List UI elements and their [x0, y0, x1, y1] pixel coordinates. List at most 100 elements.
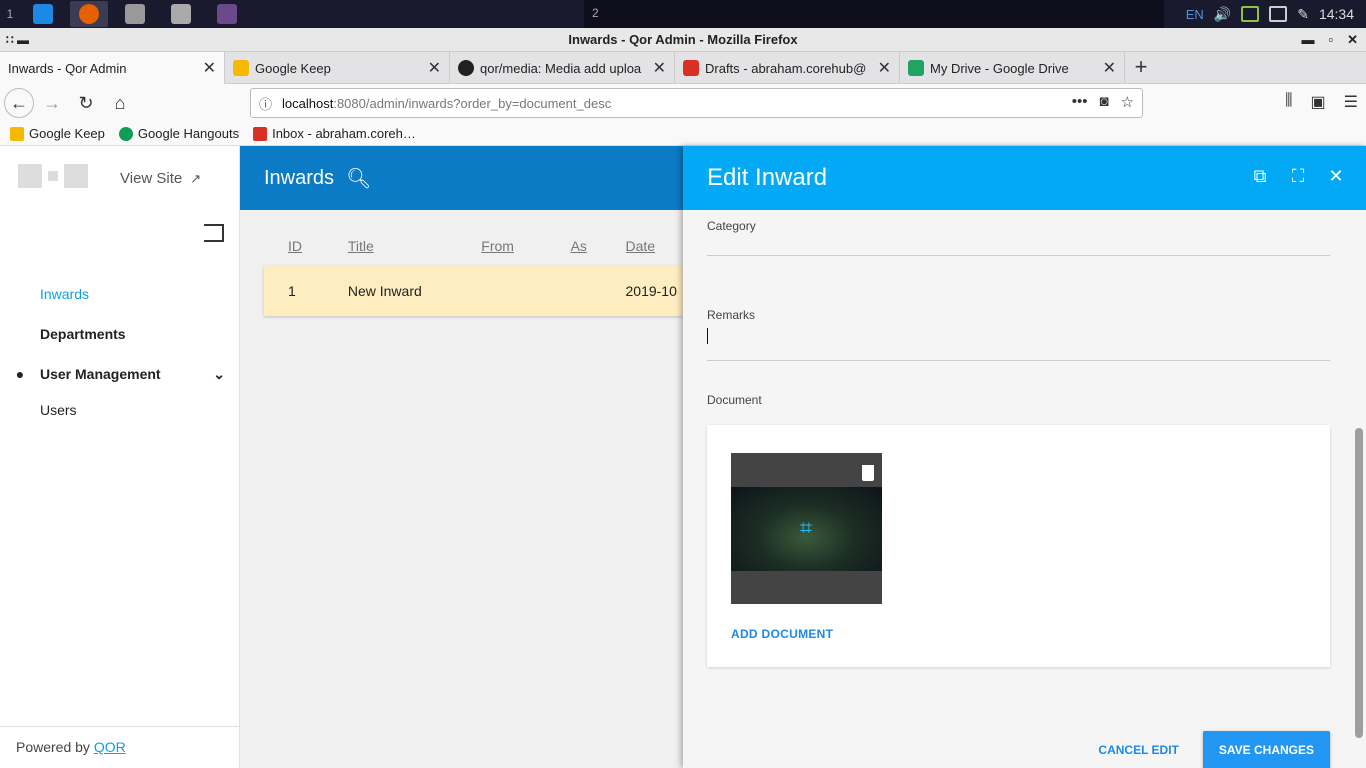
keyboard-layout[interactable]: EN [1186, 7, 1204, 22]
sidebar-group-user-management[interactable]: ● User Management ⌄ [0, 354, 239, 394]
panel-title: Edit Inward [707, 164, 828, 191]
tab-gmail-drafts[interactable]: Drafts - abraham.corehub@ ✕ [675, 52, 900, 84]
sidebar-item-users[interactable]: Users [0, 394, 239, 426]
database-launcher[interactable] [116, 1, 154, 27]
tab-inwards[interactable]: Inwards - Qor Admin ✕ [0, 52, 225, 84]
chevron-down-icon: ⌄ [213, 365, 225, 382]
table-header: ID Title From As Date [264, 226, 704, 266]
sidebar-toggle-icon[interactable]: ▣ [1311, 92, 1326, 112]
minimize-icon[interactable]: ▬ [1301, 28, 1314, 52]
edit-panel: Edit Inward ⧉ ⛶ ✕ Category Remarks Docum… [683, 146, 1366, 768]
url-host: localhost [282, 95, 334, 111]
tab-label: My Drive - Google Drive [930, 60, 1069, 76]
folder-icon [171, 4, 191, 24]
pen-icon[interactable]: ✎ [1297, 6, 1309, 23]
external-link-icon: ↗ [190, 170, 202, 186]
cell-id: 1 [288, 283, 296, 299]
pocket-icon[interactable]: ◙ [1099, 93, 1108, 111]
trash-icon[interactable] [862, 465, 874, 481]
close-tab-icon[interactable]: ✕ [653, 58, 666, 78]
save-changes-button[interactable]: SAVE CHANGES [1202, 731, 1330, 768]
vscode-launcher[interactable] [24, 1, 62, 27]
open-new-window-icon[interactable]: ⧉ [1250, 166, 1270, 186]
window-controls: ▬ ▫ ✕ [1301, 28, 1358, 52]
powered-by-text: Powered by [16, 739, 94, 755]
bookmark-label: Google Hangouts [137, 126, 240, 141]
column-header-id[interactable]: ID [264, 238, 348, 254]
text-cursor [707, 328, 708, 344]
add-document-button[interactable]: ADD DOCUMENT [731, 627, 833, 641]
sidebar-item-departments[interactable]: Departments [0, 314, 239, 354]
bookmark-label: Inbox - abraham.coreh… [272, 126, 416, 141]
bookmark-google-hangouts[interactable]: Google Hangouts [118, 126, 240, 141]
system-tray: EN 🔊 ✎ 14:34 [1186, 0, 1366, 28]
url-bar[interactable]: ⓘ localhost :8080/admin/inwards?order_by… [250, 88, 1143, 118]
bookmark-google-keep[interactable]: Google Keep [10, 126, 105, 141]
close-icon[interactable]: ✕ [1326, 166, 1346, 186]
qor-logo[interactable] [18, 164, 88, 188]
clipboard-icon[interactable] [1269, 6, 1288, 22]
hamburger-menu-icon[interactable]: ☰ [1344, 92, 1358, 112]
table-row[interactable]: 1 New Inward 2019-10 [264, 266, 704, 316]
column-header-from[interactable]: From [481, 238, 570, 254]
home-button[interactable]: ⌂ [104, 87, 136, 119]
reload-button[interactable]: ↻ [70, 87, 102, 119]
vscode-icon [33, 4, 53, 24]
side-menu: Inwards Departments ● User Management ⌄ … [0, 274, 239, 426]
forward-button[interactable]: → [36, 87, 68, 119]
tab-github[interactable]: qor/media: Media add uploa ✕ [450, 52, 675, 84]
url-actions: ••• ◙ ☆ [1072, 93, 1134, 111]
hangouts-icon [118, 126, 133, 141]
firefox-launcher[interactable] [70, 1, 108, 27]
new-tab-button[interactable]: + [1125, 52, 1157, 83]
battery-icon[interactable] [1241, 6, 1260, 22]
sidebar-item-inwards[interactable]: Inwards [0, 274, 239, 314]
search-icon[interactable]: 🔍︎ [346, 166, 371, 191]
keep-icon [233, 60, 249, 76]
crop-icon[interactable]: ⌗ [793, 515, 819, 541]
close-tab-icon[interactable]: ✕ [878, 58, 891, 78]
group-label: User Management [40, 366, 161, 382]
cancel-edit-button[interactable]: CANCEL EDIT [1098, 743, 1178, 757]
volume-icon[interactable]: 🔊 [1214, 6, 1231, 23]
remarks-field[interactable] [707, 360, 1330, 361]
column-header-title[interactable]: Title [348, 238, 481, 254]
close-tab-icon[interactable]: ✕ [1103, 58, 1116, 78]
firefox-icon [79, 4, 99, 24]
workspace-2-label: 2 [592, 6, 599, 20]
files-launcher[interactable] [162, 1, 200, 27]
document-label: Document [707, 393, 762, 407]
document-thumbnail[interactable]: ⌗ [731, 453, 882, 604]
close-tab-icon[interactable]: ✕ [428, 58, 441, 78]
fullscreen-icon[interactable]: ⛶ [1288, 166, 1308, 186]
page-actions-icon[interactable]: ••• [1072, 93, 1088, 111]
back-button[interactable]: ← [4, 88, 34, 118]
bookmark-star-icon[interactable]: ☆ [1121, 93, 1134, 111]
app-icon [217, 4, 237, 24]
info-icon[interactable]: ⓘ [259, 94, 272, 113]
workspace-1-label[interactable]: 1 [0, 7, 20, 21]
library-icon[interactable]: ⫼ [1285, 92, 1292, 112]
view-site-label: View Site [120, 170, 183, 187]
tab-google-keep[interactable]: Google Keep ✕ [225, 52, 450, 84]
main-header: Inwards 🔍︎ [240, 146, 700, 210]
qor-link[interactable]: QOR [94, 739, 126, 755]
remarks-label: Remarks [707, 308, 756, 322]
drive-icon [908, 60, 924, 76]
restore-icon[interactable]: ▫ [1328, 28, 1333, 52]
app-launcher[interactable] [208, 1, 246, 27]
tab-google-drive[interactable]: My Drive - Google Drive ✕ [900, 52, 1125, 84]
keep-icon [10, 126, 24, 141]
bookmark-inbox[interactable]: Inbox - abraham.coreh… [253, 126, 416, 141]
close-tab-icon[interactable]: ✕ [203, 58, 216, 78]
category-field[interactable] [707, 255, 1330, 256]
close-window-icon[interactable]: ✕ [1347, 28, 1358, 52]
column-header-as[interactable]: As [571, 238, 626, 254]
clock[interactable]: 14:34 [1319, 6, 1354, 22]
panel-scrollbar[interactable] [1355, 428, 1363, 738]
view-site-link[interactable]: View Site ↗ [120, 170, 201, 187]
navigation-bar: ← → ↻ ⌂ ⓘ localhost :8080/admin/inwards?… [0, 84, 1366, 122]
logout-icon[interactable] [204, 224, 224, 242]
workspace-2[interactable]: 2 [584, 0, 1164, 28]
window-menu-icon[interactable]: ∷ ▬ [6, 28, 29, 52]
